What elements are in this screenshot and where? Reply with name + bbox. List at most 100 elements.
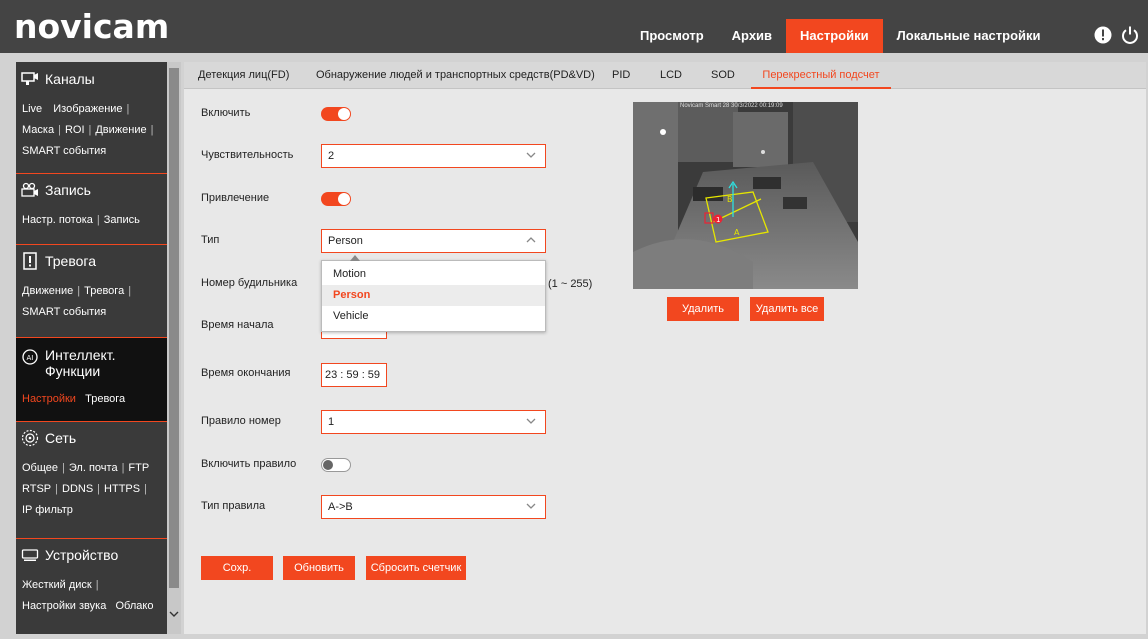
rule-number-select[interactable]: 1 (321, 410, 546, 434)
attract-toggle[interactable] (321, 192, 351, 206)
ai-icon: AI (20, 348, 40, 366)
sidebar-link-email[interactable]: Эл. почта (69, 462, 118, 474)
sidebar-link-ai-settings[interactable]: Настройки (22, 393, 76, 405)
sidebar-link-recording[interactable]: Запись (104, 214, 140, 226)
rule-type-select[interactable]: A->B (321, 495, 546, 519)
end-time-field[interactable]: 23 : 59 : 59 (321, 363, 387, 387)
nav-settings[interactable]: Настройки (786, 19, 883, 53)
sidebar-head-record[interactable]: Запись (16, 179, 167, 201)
sidebar-head-alarm[interactable]: Тревога (16, 250, 167, 272)
alarm-number-label: Номер будильника (201, 277, 298, 289)
sensitivity-value: 2 (328, 150, 335, 162)
type-option-vehicle[interactable]: Vehicle (322, 306, 545, 327)
sidebar-link-mask[interactable]: Маска (22, 124, 54, 136)
delete-button[interactable]: Удалить (667, 297, 739, 321)
sidebar-link-alarm-alarm[interactable]: Тревога (84, 285, 124, 297)
sidebar-links-ai: Настройки Тревога (16, 389, 167, 410)
sidebar-link-ai-alarm[interactable]: Тревога (85, 393, 125, 405)
alarm-number-range: (1 ~ 255) (548, 278, 593, 290)
line-label-b: B (727, 195, 733, 204)
info-icon[interactable] (1094, 26, 1112, 44)
sidebar-group-record: Запись Настр. потока | Запись (16, 174, 167, 245)
sidebar-link-roi[interactable]: ROI (65, 124, 85, 136)
enable-label: Включить (201, 107, 251, 119)
device-icon (20, 546, 40, 564)
sidebar-link-stream-settings[interactable]: Настр. потока (22, 214, 93, 226)
sidebar-link-smart-events[interactable]: SMART события (22, 145, 106, 157)
sidebar-link-live[interactable]: Live (22, 103, 42, 115)
enable-rule-toggle[interactable] (321, 458, 351, 472)
type-option-person[interactable]: Person (322, 285, 545, 306)
sidebar-link-ddns[interactable]: DDNS (62, 483, 93, 495)
sidebar-title-channels: Каналы (45, 71, 95, 87)
alarm-icon (20, 252, 40, 270)
refresh-button[interactable]: Обновить (283, 556, 355, 580)
save-button[interactable]: Сохр. (201, 556, 273, 580)
sidebar-title-record: Запись (45, 182, 91, 198)
sidebar-link-motion[interactable]: Движение (95, 124, 146, 136)
tab-face-detection[interactable]: Детекция лиц(FD) (198, 62, 289, 89)
sidebar-head-ai[interactable]: AI Интеллект. Функции (16, 347, 167, 383)
delete-all-button[interactable]: Удалить все (750, 297, 824, 321)
sidebar-link-hdd[interactable]: Жесткий диск (22, 579, 92, 591)
rule-number-label: Правило номер (201, 415, 281, 427)
camera-osd-text: Novicam Smart 28 30/3/2022 00:19:09 (680, 103, 783, 109)
tab-lcd[interactable]: LCD (660, 62, 682, 89)
top-icons (1094, 25, 1140, 45)
sidebar-link-audio[interactable]: Настройки звука (22, 600, 106, 612)
type-label: Тип (201, 234, 220, 246)
camera-preview[interactable]: 1 A B Novicam Smart 28 30/3/2022 00:19:0… (633, 102, 858, 289)
sidebar-link-cloud[interactable]: Облако (115, 600, 153, 612)
brand-logo: novicam (14, 7, 170, 46)
end-time-value: 23 : 59 : 59 (325, 369, 381, 381)
sidebar-link-alarm-motion[interactable]: Движение (22, 285, 73, 297)
chevron-down-icon (526, 503, 536, 509)
line-label-a: A (734, 228, 740, 237)
sidebar-link-image[interactable]: Изображение (53, 103, 122, 115)
sensitivity-select[interactable]: 2 (321, 144, 546, 168)
tab-people-vehicle[interactable]: Обнаружение людей и транспортных средств… (316, 62, 595, 89)
sidebar-title-ai: Интеллект. Функции (45, 347, 116, 379)
nav-local-settings[interactable]: Локальные настройки (883, 19, 1055, 53)
sidebar-link-general[interactable]: Общее (22, 462, 58, 474)
sidebar-scroll-thumb[interactable] (169, 68, 179, 588)
scroll-down-icon[interactable] (167, 610, 181, 621)
tab-bar: Детекция лиц(FD) Обнаружение людей и тра… (184, 62, 1146, 89)
power-icon[interactable] (1120, 25, 1140, 45)
nav-view[interactable]: Просмотр (626, 19, 718, 53)
sidebar-head-network[interactable]: Сеть (16, 427, 167, 449)
sidebar-link-ftp[interactable]: FTP (128, 462, 149, 474)
sidebar-group-ai: AI Интеллект. Функции Настройки Тревога (16, 338, 167, 422)
sidebar-title-device: Устройство (45, 547, 119, 563)
network-icon (20, 429, 40, 447)
sidebar-scrollbar[interactable] (167, 62, 181, 634)
sidebar-links-alarm: Движение | Тревога | SMART события (22, 285, 132, 318)
sidebar-link-ip-filter[interactable]: IP фильтр (22, 504, 73, 516)
reset-counter-button[interactable]: Сбросить счетчик (366, 556, 466, 580)
sidebar-link-rtsp[interactable]: RTSP (22, 483, 51, 495)
record-icon (20, 181, 40, 199)
chevron-down-icon (526, 152, 536, 158)
nav-archive[interactable]: Архив (718, 19, 786, 53)
start-time-label: Время начала (201, 319, 274, 331)
chevron-down-icon (526, 418, 536, 424)
sidebar-link-alarm-smart[interactable]: SMART события (22, 306, 106, 318)
dropdown-notch (350, 255, 360, 261)
sidebar-links-network: Общее | Эл. почта | FTP RTSP | DDNS | HTTPS | IP … (22, 462, 150, 516)
rule-type-value: A->B (328, 501, 353, 513)
tab-cross-counting[interactable]: Перекрестный подсчет (751, 62, 891, 89)
channels-icon (20, 70, 40, 88)
sidebar-head-channels[interactable]: Каналы (16, 68, 167, 90)
tab-pid[interactable]: PID (612, 62, 630, 89)
sidebar-group-alarm: Тревога Движение | Тревога | SMART события (16, 245, 167, 338)
attract-label: Привлечение (201, 192, 270, 204)
sensitivity-label: Чувствительность (201, 149, 294, 161)
type-option-motion[interactable]: Motion (322, 264, 545, 285)
enable-toggle[interactable] (321, 107, 351, 121)
svg-text:1: 1 (716, 216, 720, 224)
sidebar-link-https[interactable]: HTTPS (104, 483, 140, 495)
type-select[interactable]: Person (321, 229, 546, 253)
sidebar-head-device[interactable]: Устройство (16, 544, 167, 566)
tab-sod[interactable]: SOD (711, 62, 735, 89)
chevron-up-icon (526, 237, 536, 243)
